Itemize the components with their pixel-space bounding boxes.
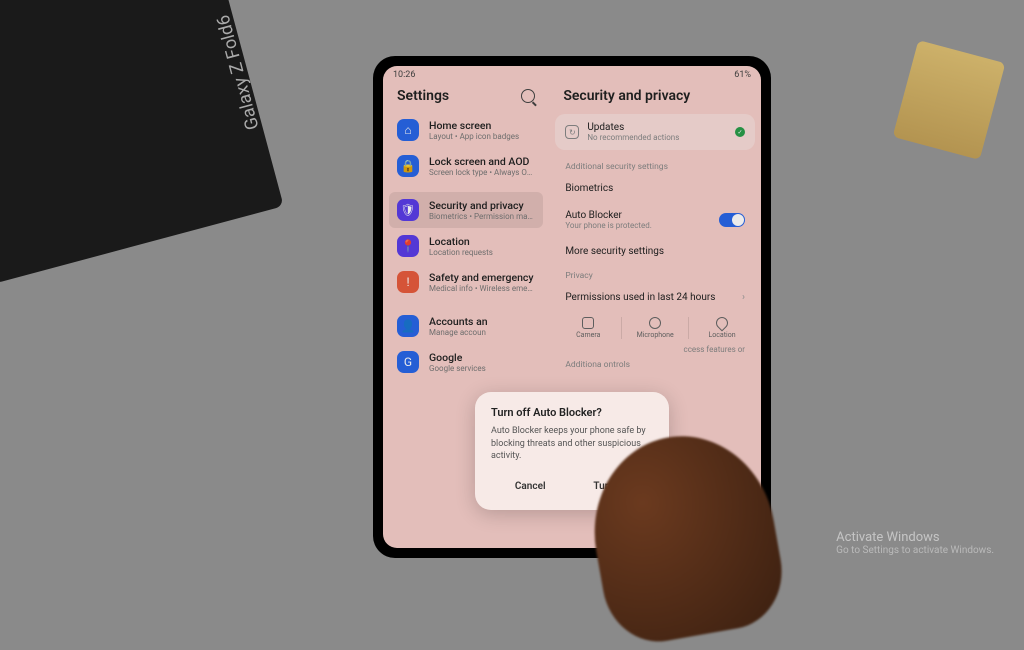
windows-watermark: Activate Windows Go to Settings to activ…	[836, 530, 994, 556]
cancel-button[interactable]: Cancel	[505, 477, 556, 496]
wooden-object	[893, 40, 1006, 160]
box-brand-text: Galaxy Z Fold6	[213, 13, 264, 132]
dialog-title: Turn off Auto Blocker?	[491, 406, 653, 419]
watermark-line2: Go to Settings to activate Windows.	[836, 545, 994, 556]
product-box: Galaxy Z Fold6	[0, 0, 284, 284]
watermark-line1: Activate Windows	[836, 530, 994, 545]
